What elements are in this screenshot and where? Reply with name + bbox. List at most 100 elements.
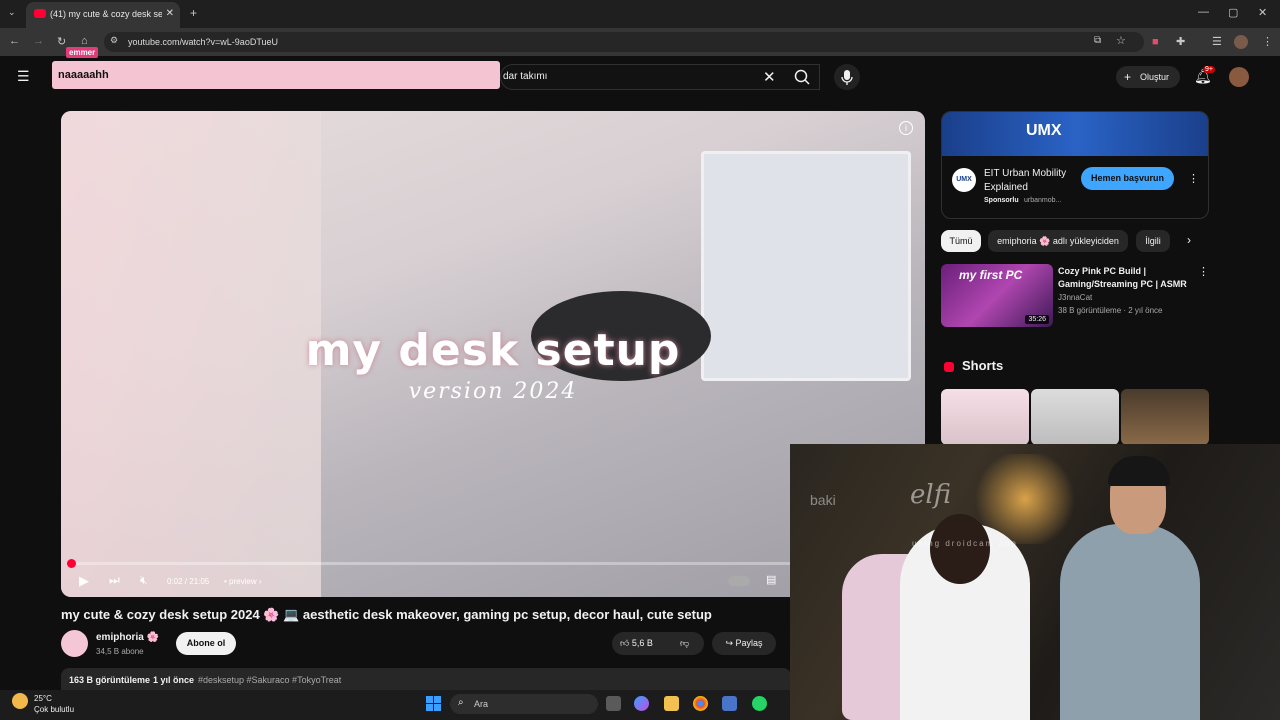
sponsored-ad-card[interactable]: UMX UMX EIT Urban Mobility Explained Spo…	[941, 111, 1209, 219]
subscribe-button[interactable]: Abone ol	[176, 632, 236, 655]
task-view-icon[interactable]	[606, 696, 621, 711]
account-avatar[interactable]	[1229, 67, 1249, 87]
forward-icon[interactable]: →	[33, 35, 44, 47]
tab-close-icon[interactable]: ✕	[166, 8, 174, 19]
video-duration: 35:26	[1025, 315, 1049, 324]
extensions-puzzle-icon[interactable]: ✚	[1176, 35, 1185, 48]
whatsapp-icon[interactable]	[752, 696, 767, 711]
maximize-icon[interactable]: ▢	[1228, 6, 1238, 19]
upload-age: 1 yıl önce	[153, 675, 195, 685]
share-label: Paylaş	[735, 638, 763, 648]
reading-list-icon[interactable]: ☰	[1212, 35, 1222, 48]
browser-tab-bar: ⌄ (41) my cute & cozy desk setup 2024 ✕ …	[0, 0, 1280, 28]
subtitles-icon[interactable]: ▤	[766, 573, 776, 586]
chips-next-icon[interactable]: ›	[1187, 233, 1191, 247]
reload-icon[interactable]: ↻	[57, 35, 66, 48]
windows-start-icon[interactable]	[426, 696, 441, 711]
webcam-person-right	[1060, 524, 1200, 720]
notification-badge: 9+	[1203, 66, 1215, 73]
voice-search-button[interactable]	[834, 64, 860, 90]
progress-scrubber[interactable]	[67, 559, 76, 568]
tab-search-icon[interactable]: ⌄	[8, 7, 16, 18]
neon-sign-secondary: baki	[810, 492, 836, 508]
clear-search-icon[interactable]: ✕	[763, 68, 776, 86]
menu-icon[interactable]: ☰	[17, 68, 30, 85]
channel-avatar[interactable]	[61, 630, 88, 657]
autoplay-toggle[interactable]	[728, 576, 750, 586]
chat-overlay	[52, 61, 500, 89]
create-label: Oluştur	[1140, 72, 1170, 82]
chip-from-uploader[interactable]: emiphoria 🌸 adlı yükleyiciden	[988, 230, 1128, 252]
bookmark-star-icon[interactable]: ☆	[1116, 34, 1126, 47]
chrome-icon[interactable]	[693, 696, 708, 711]
recommended-title[interactable]: Cozy Pink PC Build | Gaming/Streaming PC…	[1058, 265, 1193, 291]
shorts-heading: Shorts	[962, 358, 1004, 373]
close-window-icon[interactable]: ✕	[1258, 6, 1267, 19]
create-button[interactable]: + Oluştur	[1116, 66, 1180, 88]
ad-domain: urbanmob...	[1024, 197, 1062, 204]
ad-logo: UMX	[952, 168, 976, 192]
like-dislike-group: 👍︎ 5,6 B 👎︎	[612, 632, 704, 655]
neon-sign: elfi	[910, 480, 952, 510]
tab-title: (41) my cute & cozy desk setup 2024	[50, 9, 162, 19]
search-query: dar takımı	[503, 71, 548, 82]
share-icon: ↪	[725, 638, 733, 648]
search-button[interactable]	[784, 64, 820, 90]
video-time: 0:02 / 21:05	[167, 577, 210, 586]
share-button[interactable]: ↪ Paylaş	[712, 632, 776, 655]
url-text: youtube.com/watch?v=wL-9aoDTueU	[128, 37, 278, 47]
short-thumbnail[interactable]	[1031, 389, 1119, 445]
hashtags[interactable]: #desksetup #Sakuraco #TokyoTreat	[198, 675, 341, 685]
like-button[interactable]: 👍︎ 5,6 B	[620, 632, 653, 655]
dislike-button[interactable]: 👎︎	[680, 632, 689, 655]
channel-name[interactable]: emiphoria 🌸	[96, 632, 159, 643]
video-overlay-subtitle: version 2024	[408, 379, 578, 404]
chapter-label[interactable]: • preview ›	[224, 577, 262, 586]
webcam-beanie	[1108, 456, 1170, 486]
info-icon[interactable]: i	[899, 121, 913, 135]
weather-icon[interactable]	[12, 693, 28, 709]
weather-condition[interactable]: Çok bulutlu	[34, 705, 74, 714]
taskbar-search[interactable]: ⌕ Ara	[450, 694, 598, 714]
ad-sponsor-label: Sponsorlu	[984, 197, 1019, 204]
new-tab-button[interactable]: +	[190, 6, 197, 20]
recommended-channel[interactable]: J3nnaCat	[1058, 293, 1092, 302]
install-app-icon[interactable]: ⧉	[1094, 35, 1101, 46]
site-info-icon[interactable]: ⚙	[110, 35, 118, 46]
extension-icon[interactable]: ■	[1152, 36, 1159, 48]
microphone-icon	[841, 70, 853, 85]
ad-title: EIT Urban Mobility Explained	[984, 168, 1067, 193]
taskbar-search-icon: ⌕	[458, 697, 464, 708]
ad-banner-image: UMX	[942, 112, 1208, 156]
browser-menu-icon[interactable]: ⋮	[1262, 35, 1273, 48]
file-explorer-icon[interactable]	[664, 696, 679, 711]
search-input[interactable]: dar takımı ✕	[500, 64, 820, 90]
ad-cta-button[interactable]: Hemen başvurun	[1081, 167, 1174, 190]
webcam-watermark: using droidcam app	[912, 539, 1018, 548]
recommended-thumbnail[interactable]: my first PC 35:26	[941, 264, 1053, 327]
chat-message: naaaaahh	[58, 69, 109, 81]
minimize-icon[interactable]: —	[1198, 6, 1209, 18]
store-icon[interactable]	[722, 696, 737, 711]
video-progress-bar[interactable]	[67, 559, 790, 568]
back-icon[interactable]: ←	[9, 35, 20, 47]
ad-banner-text: UMX	[1026, 122, 1062, 139]
browser-tab[interactable]: (41) my cute & cozy desk setup 2024 ✕	[26, 2, 180, 28]
subscriber-count: 34,5 B abone	[96, 647, 144, 656]
profile-avatar[interactable]	[1234, 35, 1248, 49]
recommended-meta: 38 B görüntüleme · 2 yıl önce	[1058, 306, 1163, 315]
ad-more-icon[interactable]: ⋮	[1188, 172, 1199, 185]
chip-all[interactable]: Tümü	[941, 230, 981, 252]
home-icon[interactable]: ⌂	[81, 35, 88, 47]
copilot-icon[interactable]	[634, 696, 649, 711]
short-thumbnail[interactable]	[941, 389, 1029, 445]
weather-temperature[interactable]: 25°C	[34, 694, 52, 703]
chip-related[interactable]: İlgili	[1136, 230, 1170, 252]
short-thumbnail[interactable]	[1121, 389, 1209, 445]
play-icon[interactable]: ▶	[79, 573, 89, 589]
next-icon[interactable]: ⏭	[109, 573, 120, 588]
muted-speaker-icon[interactable]: 🔇︎	[140, 573, 148, 588]
video-title: my cute & cozy desk setup 2024 🌸 💻 aesth…	[61, 607, 712, 622]
webcam-overlay: elfi baki using droidcam app	[790, 444, 1280, 720]
recommended-more-icon[interactable]: ⋮	[1198, 265, 1209, 278]
